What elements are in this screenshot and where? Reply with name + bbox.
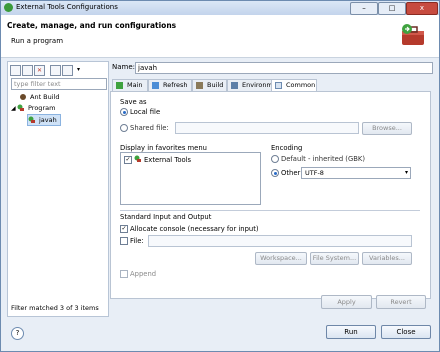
save-as-label: Save as — [120, 98, 147, 106]
refresh-icon — [152, 82, 159, 89]
encoding-value: UTF-8 — [305, 169, 324, 177]
program-icon — [17, 104, 24, 111]
filter-icon[interactable] — [62, 65, 73, 76]
collapse-all-icon[interactable] — [50, 65, 61, 76]
tree-item-program[interactable]: ◢ Program — [11, 103, 55, 113]
external-tools-icon — [134, 155, 141, 162]
output-file-input[interactable] — [148, 235, 412, 247]
apply-button[interactable]: Apply — [321, 295, 372, 309]
variables-button[interactable]: Variables... — [362, 252, 412, 265]
append-label: Append — [130, 270, 157, 278]
tab-refresh[interactable]: Refresh — [148, 79, 192, 91]
tab-main[interactable]: Main — [112, 79, 148, 91]
dialog-button-bar: ? Run Close — [1, 319, 439, 351]
external-tool-icon — [28, 116, 35, 123]
workspace-button[interactable]: Workspace... — [255, 252, 307, 265]
name-row: Name: javah — [110, 61, 433, 74]
external-tools-dialog: External Tools Configurations – □ x Crea… — [0, 0, 440, 352]
tree-item-javah[interactable]: javah — [27, 114, 61, 126]
help-icon[interactable]: ? — [11, 327, 24, 340]
delete-icon[interactable]: ✕ — [34, 65, 45, 76]
tab-bar: Main Refresh Build Environment Common — [110, 79, 431, 92]
dialog-header: Create, manage, and run configurations R… — [1, 15, 439, 58]
common-tab-panel: Save as Local file Shared file: Browse..… — [110, 91, 431, 299]
header-title: Create, manage, and run configurations — [7, 21, 177, 30]
build-icon — [196, 82, 203, 89]
section-divider — [120, 210, 420, 211]
revert-button[interactable]: Revert — [376, 295, 426, 309]
chevron-down-icon[interactable]: ▾ — [74, 65, 83, 74]
minimize-button[interactable]: – — [350, 2, 378, 15]
common-icon — [275, 82, 282, 89]
main-tab-icon — [116, 82, 123, 89]
maximize-button[interactable]: □ — [378, 2, 406, 15]
new-configuration-icon[interactable] — [10, 65, 21, 76]
configurations-toolbar: ✕ ▾ — [10, 64, 106, 76]
encoding-select[interactable]: UTF-8 ▾ — [301, 167, 411, 179]
default-encoding-label: Default - inherited (GBK) — [281, 155, 365, 163]
default-encoding-radio[interactable] — [271, 155, 279, 163]
local-file-radio[interactable] — [120, 108, 128, 116]
environment-icon — [231, 82, 238, 89]
browse-button[interactable]: Browse... — [362, 122, 412, 135]
favorite-external-tools-label: External Tools — [144, 156, 192, 164]
chevron-down-icon: ▾ — [404, 169, 408, 176]
ant-icon — [20, 94, 26, 100]
shared-file-input[interactable] — [175, 122, 359, 134]
configurations-panel: ✕ ▾ type filter text Ant Build ◢ Program … — [7, 61, 109, 317]
run-button[interactable]: Run — [326, 325, 376, 339]
favorite-external-tools-checkbox[interactable]: ✓ — [124, 156, 132, 164]
favorites-label: Display in favorites menu — [120, 144, 207, 152]
name-label: Name: — [112, 63, 136, 71]
allocate-console-checkbox[interactable]: ✓ — [120, 225, 128, 233]
filter-input[interactable]: type filter text — [11, 78, 107, 90]
other-encoding-radio[interactable] — [271, 169, 279, 177]
shared-file-label: Shared file: — [130, 124, 169, 132]
duplicate-icon[interactable] — [22, 65, 33, 76]
allocate-console-label: Allocate console (necessary for input) — [130, 225, 259, 233]
encoding-label: Encoding — [271, 144, 303, 152]
other-encoding-label: Other — [281, 169, 301, 177]
append-checkbox[interactable] — [120, 270, 128, 278]
local-file-label: Local file — [130, 108, 161, 116]
filter-status: Filter matched 3 of 3 items — [11, 304, 99, 312]
name-input[interactable]: javah — [135, 62, 433, 74]
configuration-editor: Name: javah Main Refresh Build Environme… — [110, 61, 433, 317]
tab-build[interactable]: Build — [192, 79, 227, 91]
file-system-button[interactable]: File System... — [310, 252, 359, 265]
close-button[interactable]: Close — [381, 325, 431, 339]
title-bar[interactable]: External Tools Configurations – □ x — [1, 1, 439, 15]
stdio-label: Standard Input and Output — [120, 213, 212, 221]
header-subtitle: Run a program — [11, 37, 64, 45]
file-output-label: File: — [130, 237, 144, 245]
app-icon — [4, 3, 13, 12]
favorites-list[interactable]: ✓ External Tools — [120, 152, 261, 205]
close-window-button[interactable]: x — [406, 2, 438, 15]
shared-file-radio[interactable] — [120, 124, 128, 132]
window-title: External Tools Configurations — [16, 3, 118, 11]
file-output-checkbox[interactable] — [120, 237, 128, 245]
tree-item-ant-build[interactable]: Ant Build — [19, 92, 60, 102]
toolbox-icon — [402, 24, 424, 45]
